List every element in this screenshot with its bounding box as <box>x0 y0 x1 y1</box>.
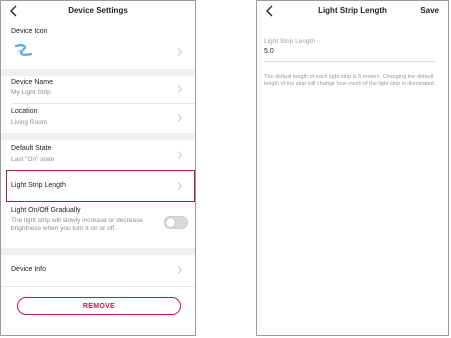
gradual-label: Light On/Off Gradually <box>11 207 81 214</box>
device-name-label: Device Name <box>11 79 54 86</box>
light-strip-length-screen: Light Strip Length Save Light Strip Leng… <box>256 0 449 336</box>
location-row[interactable]: Location Living Room <box>1 104 195 132</box>
chevron-right-icon <box>177 114 183 122</box>
chevron-right-icon <box>177 85 183 93</box>
save-button[interactable]: Save <box>420 6 439 15</box>
remove-button[interactable]: REMOVE <box>17 297 181 315</box>
chevron-right-icon <box>177 266 183 274</box>
page-title: Device Settings <box>68 6 128 15</box>
location-label: Location <box>11 108 38 115</box>
default-state-label: Default State <box>11 145 52 152</box>
input-underline <box>264 61 436 62</box>
section-separator <box>1 69 195 76</box>
header: Device Settings <box>1 1 195 22</box>
default-state-row[interactable]: Default State Last "On" state <box>1 140 195 170</box>
section-separator <box>1 248 195 255</box>
length-note: The default length of each light strip i… <box>264 74 436 87</box>
location-value: Living Room <box>11 119 48 126</box>
gradual-toggle[interactable] <box>164 216 188 229</box>
header: Light Strip Length Save <box>257 1 448 22</box>
gradual-description: The light strip will slowly increase or … <box>11 217 143 232</box>
chevron-right-icon <box>177 151 183 159</box>
toggle-knob <box>166 218 175 227</box>
chevron-right-icon <box>177 48 183 56</box>
light-strip-icon[interactable] <box>13 43 35 61</box>
device-settings-screen: Device Settings Device Icon Device Name … <box>0 0 196 336</box>
device-name-row[interactable]: Device Name My Light Strip <box>1 76 195 102</box>
length-field-label: Light Strip Length <box>264 38 315 45</box>
device-name-value: My Light Strip <box>11 89 51 96</box>
device-info-row[interactable]: Device Info <box>1 255 195 285</box>
length-input[interactable]: 5.0 <box>264 48 274 55</box>
row-divider <box>1 286 195 287</box>
device-info-label: Device Info <box>11 266 47 273</box>
selection-highlight <box>6 170 195 202</box>
section-separator <box>1 133 195 140</box>
default-state-value: Last "On" state <box>11 156 55 163</box>
device-icon-label: Device Icon <box>11 28 48 35</box>
